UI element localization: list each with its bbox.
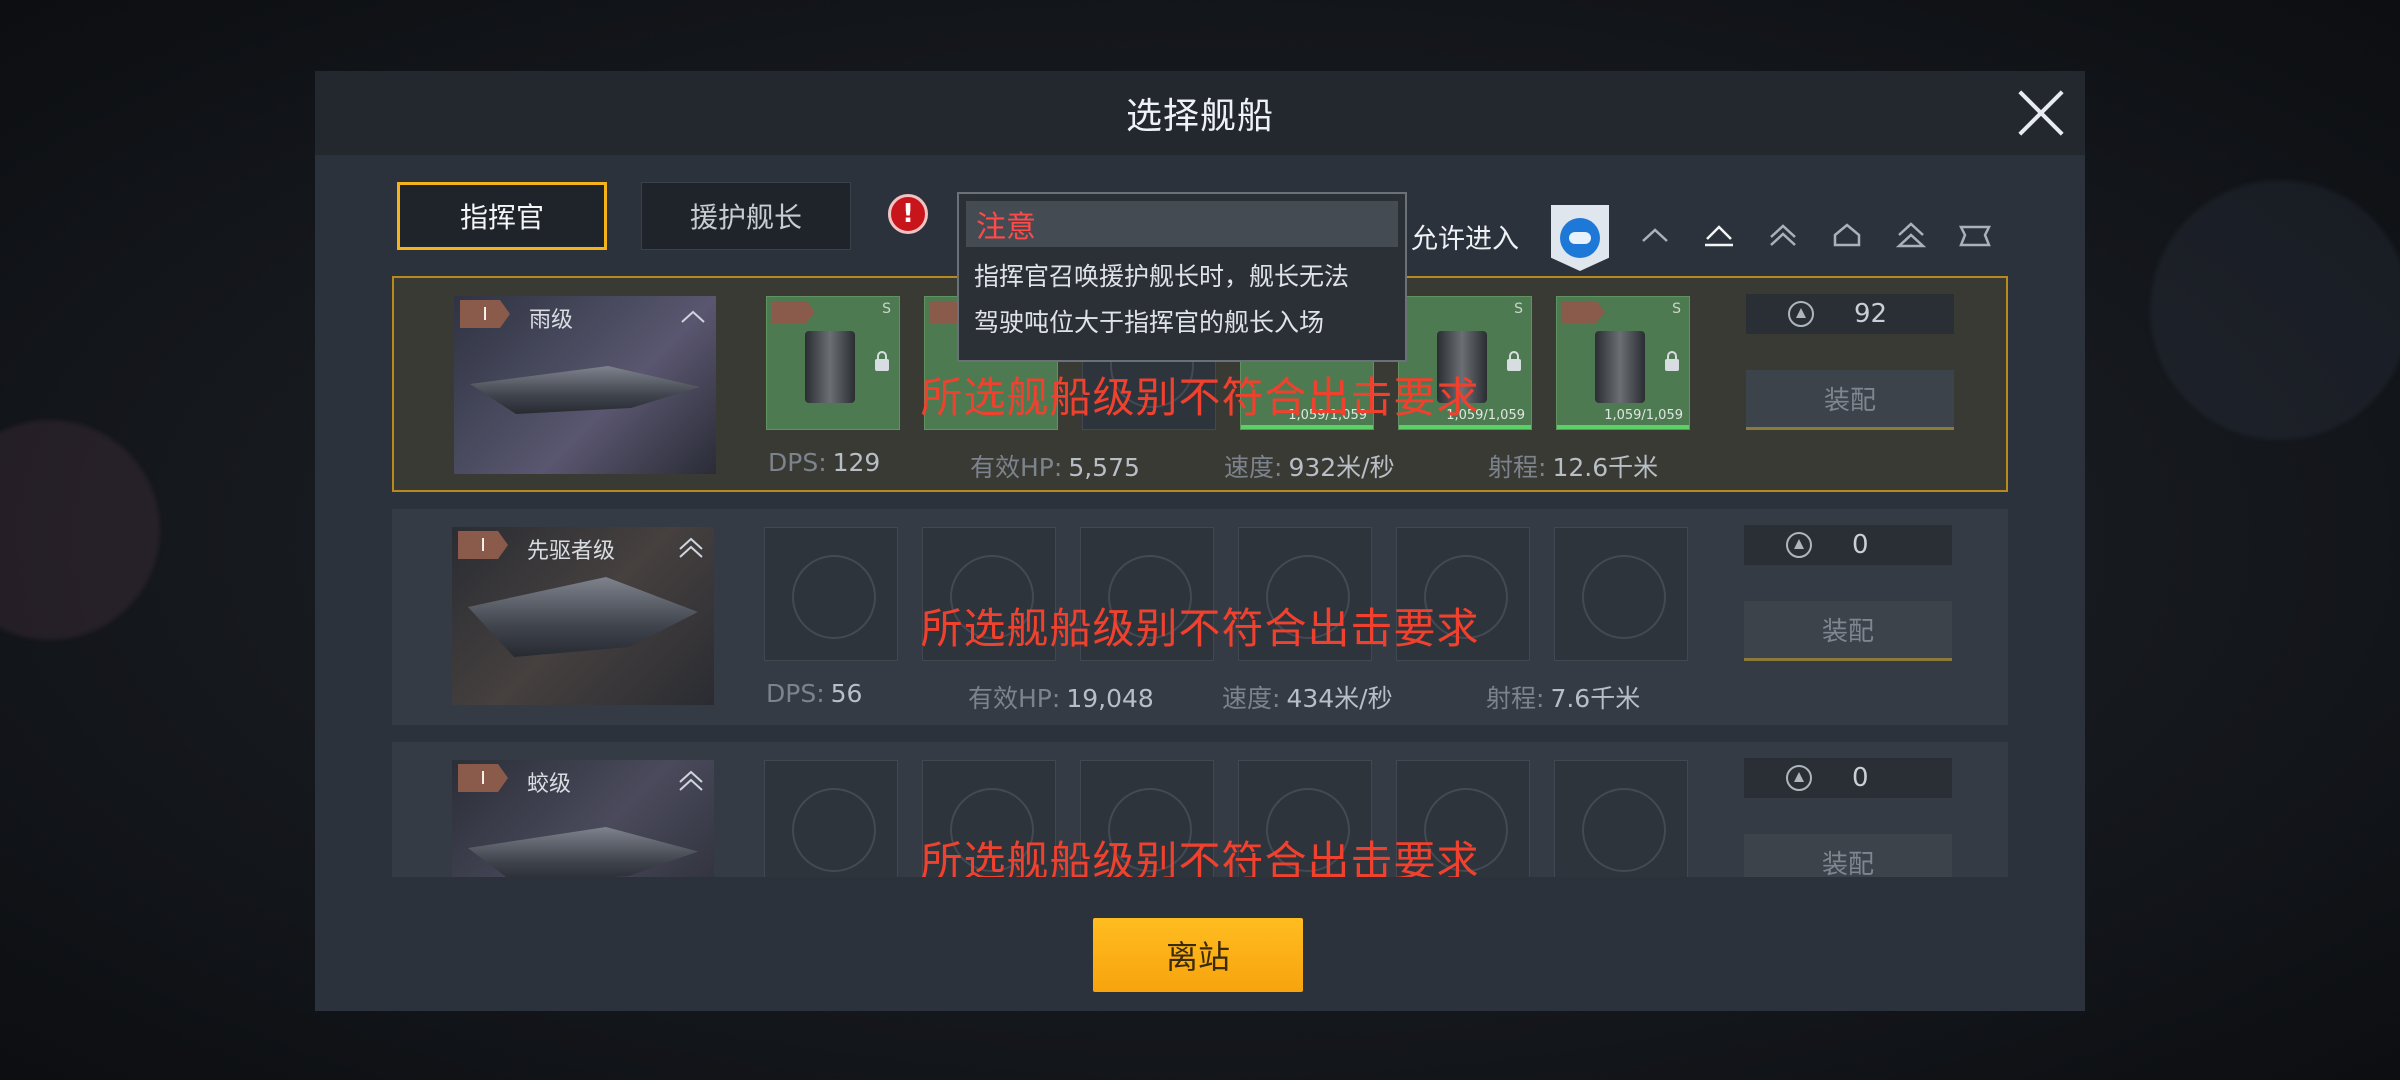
tooltip-title: 注意 — [966, 201, 1398, 247]
auxiliary-rank-icon[interactable] — [1893, 221, 1929, 249]
allow-entry-label: 允许进入 — [1411, 224, 1519, 255]
power-value: 0 — [1852, 763, 1869, 793]
dps-stat: DPS: 129 — [768, 448, 880, 477]
dps-value: 56 — [830, 679, 863, 708]
ship-list: I 雨级 S 1,059/1,059 S 1,059/1,059 S 1,059… — [392, 276, 2008, 877]
hp-value: 5,575 — [1068, 453, 1140, 482]
speed-stat: 速度: 434米/秒 — [1222, 679, 1393, 715]
tab-commander[interactable]: 指挥官 — [397, 182, 607, 250]
faction-badge-icon — [1551, 205, 1609, 271]
tier-tag: I — [460, 300, 510, 328]
range-label: 射程: — [1488, 453, 1547, 482]
ship-row[interactable]: I 先驱者级 所选舰船级别不符合出击要求 DPS: 56 有效HP: 19,048 … — [392, 509, 2008, 725]
battlecruiser-rank-icon[interactable] — [1829, 221, 1865, 249]
speed-value: 932米/秒 — [1288, 453, 1395, 482]
slot-size: S — [1514, 301, 1523, 317]
power-value: 92 — [1854, 299, 1888, 329]
ship-row[interactable]: I 蛟级 所选舰船级别不符合出击要求 0 装配 — [392, 742, 2008, 877]
background-glow — [2150, 180, 2400, 440]
destroyer-rank-icon[interactable] — [1701, 221, 1737, 249]
speed-label: 速度: — [1222, 684, 1281, 713]
slot-tier-tag — [1561, 301, 1605, 323]
cruiser-rank-icon — [679, 770, 703, 791]
close-icon[interactable] — [2015, 87, 2067, 139]
equip-button[interactable]: 装配 — [1744, 601, 1952, 661]
dialog-title: 选择舰船 — [1125, 96, 1274, 137]
tooltip-line: 指挥官召唤援护舰长时，舰长无法 — [974, 262, 1350, 291]
hp-value: 19,048 — [1066, 684, 1154, 713]
range-value: 7.6千米 — [1550, 684, 1641, 713]
slot-tier-tag — [771, 301, 815, 323]
dialog-header: 选择舰船 — [315, 71, 2085, 155]
power-value: 0 — [1852, 530, 1869, 560]
equip-button[interactable]: 装配 — [1746, 370, 1954, 430]
slot-size: S — [1672, 301, 1681, 317]
equip-button[interactable]: 装配 — [1744, 834, 1952, 877]
notice-tooltip: 注意 指挥官召唤援护舰长时，舰长无法 驾驶吨位大于指挥官的舰长入场 — [957, 192, 1407, 362]
tab-escort-captain[interactable]: 援护舰长 — [641, 182, 851, 250]
carrier-rank-icon[interactable] — [1957, 221, 1993, 249]
dps-stat: DPS: 56 — [766, 679, 862, 708]
tier-tag: I — [458, 531, 508, 559]
power-icon — [1786, 532, 1812, 558]
ship-class-label: 蛟级 — [527, 772, 572, 797]
hp-stat: 有效HP: 5,575 — [970, 448, 1140, 484]
tier-tag: I — [458, 764, 508, 792]
ship-select-dialog: 选择舰船 指挥官 援护舰长 ! 注意 指挥官召唤援护舰长时，舰长无法 驾驶吨位大… — [315, 71, 2085, 1011]
leave-station-button[interactable]: 离站 — [1093, 918, 1303, 992]
cruiser-rank-icon — [679, 537, 703, 558]
power-icon — [1786, 765, 1812, 791]
range-stat: 射程: 12.6千米 — [1488, 448, 1658, 484]
power-icon — [1788, 301, 1814, 327]
tooltip-line: 驾驶吨位大于指挥官的舰长入场 — [974, 308, 1325, 337]
alert-icon[interactable]: ! — [888, 194, 928, 234]
frigate-rank-icon — [681, 310, 705, 323]
slot-hp-bar — [1399, 425, 1531, 429]
slot-size: S — [882, 301, 891, 317]
slot-hp-bar — [1241, 425, 1373, 429]
power-box: 0 — [1744, 758, 1952, 798]
range-stat: 射程: 7.6千米 — [1486, 679, 1640, 715]
hp-label: 有效HP: — [970, 453, 1063, 482]
speed-label: 速度: — [1224, 453, 1283, 482]
speed-stat: 速度: 932米/秒 — [1224, 448, 1395, 484]
power-box: 0 — [1744, 525, 1952, 565]
dps-value: 129 — [832, 448, 881, 477]
range-label: 射程: — [1486, 684, 1545, 713]
hp-label: 有效HP: — [968, 684, 1061, 713]
dps-label: DPS: — [768, 448, 827, 477]
dps-label: DPS: — [766, 679, 825, 708]
cruiser-rank-icon[interactable] — [1765, 221, 1801, 249]
speed-value: 434米/秒 — [1286, 684, 1393, 713]
ship-class-label: 先驱者级 — [527, 539, 616, 564]
slot-hp-bar — [1557, 425, 1689, 429]
frigate-rank-icon[interactable] — [1637, 221, 1673, 249]
ship-class-label: 雨级 — [529, 308, 574, 333]
range-value: 12.6千米 — [1552, 453, 1659, 482]
power-box: 92 — [1746, 294, 1954, 334]
background-glow — [0, 420, 160, 640]
hp-stat: 有效HP: 19,048 — [968, 679, 1154, 715]
